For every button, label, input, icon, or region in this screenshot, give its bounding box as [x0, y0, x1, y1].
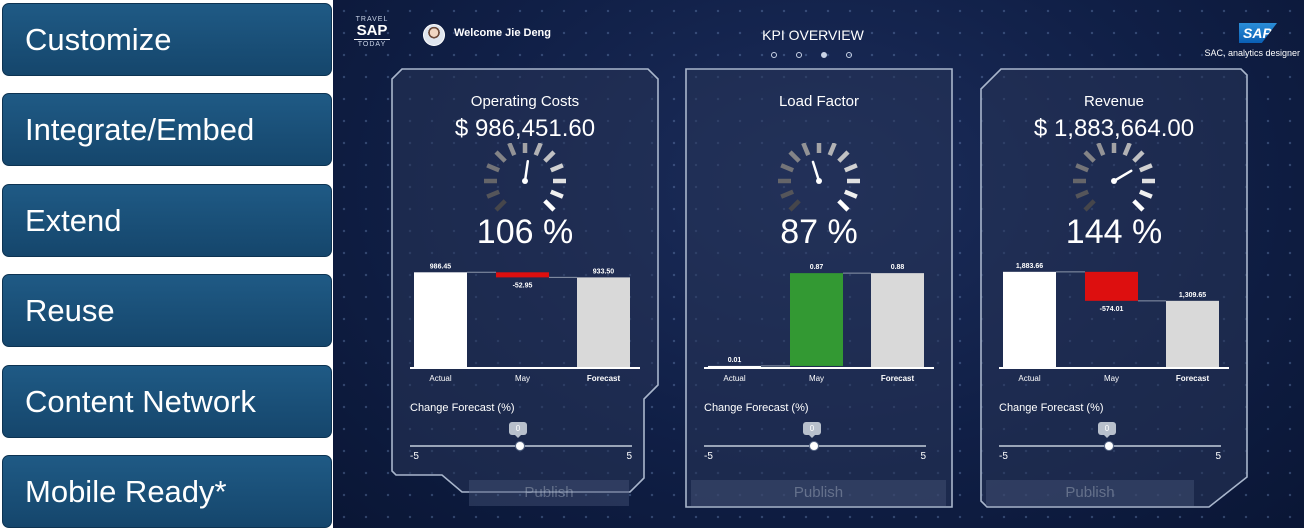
bar-actual [708, 365, 761, 367]
page-dot[interactable] [846, 52, 852, 58]
page-dot[interactable] [796, 52, 802, 58]
brand-subtitle: SAC, analytics designer [1204, 48, 1300, 58]
bar-may [790, 273, 843, 366]
slider-max-label: 5 [1215, 451, 1221, 462]
waterfall-chart: 0.01 Actual 0.87 May 0.88 Forecast [704, 264, 934, 383]
slider-handle[interactable] [515, 441, 525, 451]
sidebar-item-label: Customize [25, 21, 172, 57]
data-label: 1,883.66 [1016, 263, 1043, 270]
category-label: Forecast [881, 374, 915, 383]
percent-value: 144 % [1065, 213, 1163, 251]
gauge-icon [484, 143, 566, 212]
slider-min-label: -5 [704, 451, 713, 462]
percent-value: 106 % [476, 213, 574, 251]
sidebar-item-reuse[interactable]: Reuse [2, 274, 332, 347]
card-amount: $ 1,883,664.00 [1033, 115, 1195, 142]
category-label: May [809, 374, 824, 383]
dashboard: TRAVEL SAP TODAY Welcome Jie Deng KPI OV… [333, 0, 1304, 528]
gauge-icon [1073, 143, 1155, 212]
kpi-card-revenue: Revenue $ 1,883,664.00 144 % 1,883.66 Actual… [979, 67, 1249, 508]
waterfall-chart: 986.45 Actual -52.95 May 933.50 Forecast [410, 263, 640, 383]
data-label: 933.50 [593, 268, 615, 275]
page-title: KPI OVERVIEW [762, 27, 864, 43]
data-label: 1,309.65 [1179, 292, 1206, 299]
publish-button[interactable]: Publish [986, 480, 1194, 506]
gauge-needle [811, 160, 821, 183]
data-label: 986.45 [430, 263, 452, 270]
data-label: 0.88 [891, 264, 905, 271]
gauge-needle [523, 159, 530, 183]
card-amount: $ 986,451.60 [454, 115, 596, 142]
bar-forecast [1166, 300, 1219, 367]
data-label: -52.95 [513, 282, 533, 289]
category-label: May [1104, 374, 1119, 383]
bar-forecast [871, 273, 924, 367]
gauge-icon [778, 143, 860, 212]
change-forecast-slider[interactable]: 0 -5 5 [410, 422, 635, 462]
sidebar-item-extend[interactable]: Extend [2, 184, 332, 257]
sidebar-item-label: Integrate/Embed [25, 111, 255, 147]
change-forecast-slider[interactable]: 0 -5 5 [999, 422, 1224, 462]
category-label: May [515, 374, 530, 383]
category-label: Actual [1018, 374, 1040, 383]
card-title: Load Factor [778, 93, 860, 110]
bar-may [496, 272, 549, 278]
sidebar: Customize Integrate/Embed Extend Reuse C… [0, 0, 333, 528]
slider-handle[interactable] [1104, 441, 1114, 451]
slider-handle[interactable] [809, 441, 819, 451]
change-forecast-label: Change Forecast (%) [704, 402, 809, 414]
page-dot[interactable] [771, 52, 777, 58]
sidebar-item-mobile-ready[interactable]: Mobile Ready* [2, 455, 332, 528]
bar-actual [414, 272, 467, 367]
change-forecast-slider[interactable]: 0 -5 5 [704, 422, 929, 462]
gauge-needle [1112, 169, 1133, 183]
waterfall-chart: 1,883.66 Actual -574.01 May 1,309.65 Forecast [999, 263, 1229, 383]
sidebar-item-label: Content Network [25, 383, 256, 419]
category-label: Actual [723, 374, 745, 383]
sidebar-item-label: Reuse [25, 292, 115, 328]
bar-may [1085, 271, 1138, 301]
slider-max-label: 5 [626, 451, 632, 462]
slider-value-tooltip: 0 [803, 422, 821, 438]
category-label: Actual [429, 374, 451, 383]
data-label: 0.01 [728, 357, 742, 364]
slider-value-tooltip: 0 [509, 422, 527, 438]
card-title: Operating Costs [470, 93, 580, 110]
sidebar-item-customize[interactable]: Customize [2, 3, 332, 76]
page-dot[interactable] [821, 52, 827, 58]
sidebar-item-label: Extend [25, 202, 122, 238]
data-label: 0.87 [810, 264, 824, 271]
sidebar-item-integrate-embed[interactable]: Integrate/Embed [2, 93, 332, 166]
category-label: Forecast [1176, 374, 1210, 383]
publish-button[interactable]: Publish [691, 480, 946, 506]
change-forecast-label: Change Forecast (%) [410, 402, 515, 414]
page-indicator[interactable] [771, 52, 855, 60]
category-label: Forecast [587, 374, 621, 383]
slider-min-label: -5 [410, 451, 419, 462]
kpi-card-load-factor: Load Factor 87 % 0.01 Actual 0.87 May 0.88 Fore… [684, 67, 954, 508]
publish-button[interactable]: Publish [469, 480, 629, 506]
slider-max-label: 5 [920, 451, 926, 462]
slider-min-label: -5 [999, 451, 1008, 462]
kpi-card-operating-costs: Operating Costs $ 986,451.60 106 % 986.45 Ac… [390, 67, 660, 508]
change-forecast-label: Change Forecast (%) [999, 402, 1104, 414]
sidebar-item-label: Mobile Ready* [25, 473, 227, 509]
bar-actual [1003, 271, 1056, 367]
bar-forecast [577, 277, 630, 367]
card-title: Revenue [1083, 93, 1145, 110]
sidebar-item-content-network[interactable]: Content Network [2, 365, 332, 438]
slider-value-tooltip: 0 [1098, 422, 1116, 438]
data-label: -574.01 [1100, 306, 1124, 313]
percent-value: 87 % [780, 213, 858, 251]
